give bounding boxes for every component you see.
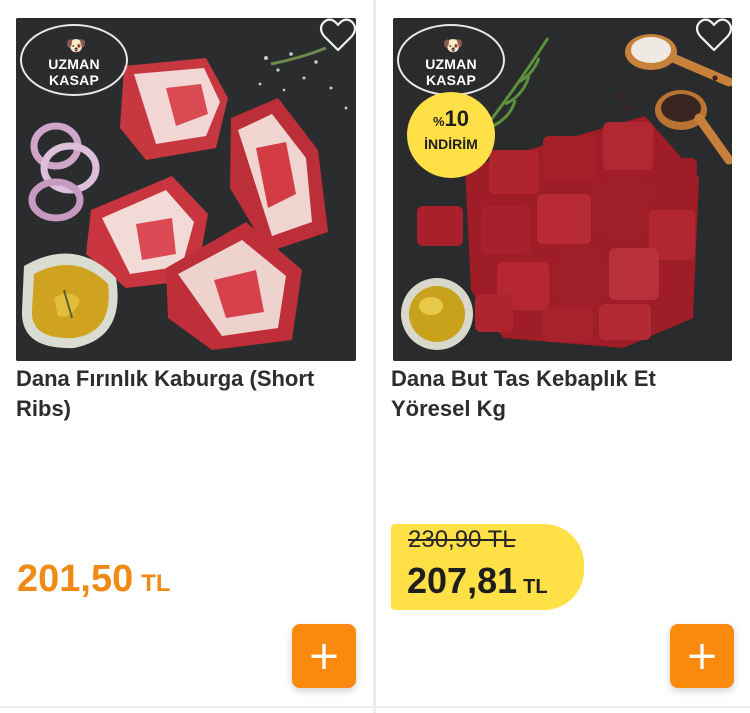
price-currency: TL xyxy=(523,576,548,598)
plus-icon: + xyxy=(307,633,341,679)
plus-icon: + xyxy=(685,633,719,679)
product-card[interactable]: 🐶 UZMAN KASAP Dana Fırınlık Kaburga (Sho… xyxy=(0,0,373,706)
discount-percent: %10 xyxy=(407,106,495,132)
discount-badge: %10 İNDİRİM xyxy=(407,92,495,178)
add-to-cart-button[interactable]: + xyxy=(292,624,356,688)
product-card[interactable]: 🐶 UZMAN KASAP %10 İNDİRİM Dana But Tas K… xyxy=(376,0,750,706)
brand-name: UZMAN KASAP xyxy=(48,56,100,88)
brand-logo: 🐶 UZMAN KASAP xyxy=(397,24,505,96)
column-divider xyxy=(373,0,376,713)
price-value: 201,50 xyxy=(17,558,134,600)
discount-percent-symbol: % xyxy=(432,114,445,129)
product-image[interactable]: 🐶 UZMAN KASAP %10 İNDİRİM xyxy=(393,18,732,361)
price-value: 207,81 xyxy=(407,560,518,601)
heart-outline-icon[interactable] xyxy=(694,16,734,56)
sale-price-box: 230,90 TL 207,81 TL xyxy=(391,524,584,610)
dog-icon: 🐶 xyxy=(443,36,463,55)
heart-outline-icon[interactable] xyxy=(318,16,358,56)
discount-label: İNDİRİM xyxy=(424,136,478,152)
discount-value: 10 xyxy=(444,106,470,131)
product-image[interactable]: 🐶 UZMAN KASAP xyxy=(16,18,356,361)
price-currency: TL xyxy=(141,570,171,597)
add-to-cart-button[interactable]: + xyxy=(670,624,734,688)
old-price: 230,90 TL xyxy=(408,526,516,553)
brand-logo: 🐶 UZMAN KASAP xyxy=(20,24,128,96)
product-grid: 🐶 UZMAN KASAP Dana Fırınlık Kaburga (Sho… xyxy=(0,0,750,713)
product-title[interactable]: Dana Fırınlık Kaburga (Short Ribs) xyxy=(16,364,356,424)
brand-name: UZMAN KASAP xyxy=(425,56,477,88)
product-price: 201,50 TL xyxy=(17,553,171,610)
row-divider xyxy=(0,706,750,708)
product-title[interactable]: Dana But Tas Kebaplık Et Yöresel Kg xyxy=(391,364,731,424)
product-price: 207,81 TL xyxy=(407,560,548,602)
dog-icon: 🐶 xyxy=(66,36,86,55)
